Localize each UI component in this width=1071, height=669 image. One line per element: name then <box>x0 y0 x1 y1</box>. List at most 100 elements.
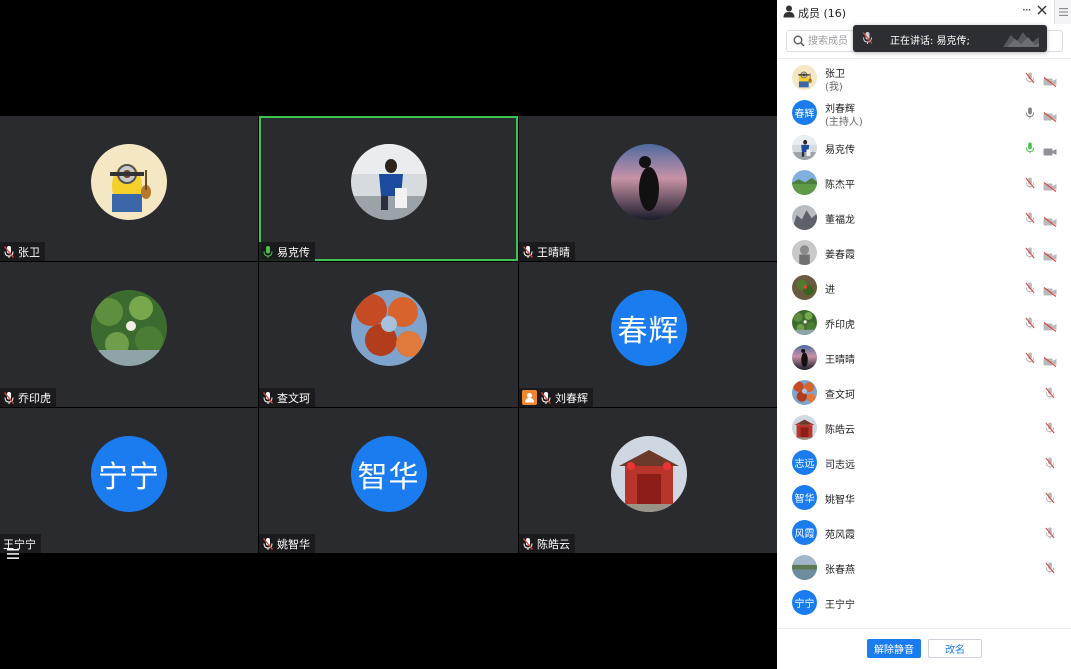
member-row[interactable]: 乔印虎 <box>777 305 1071 340</box>
video-grid: 张卫 易克传 王晴晴 乔印虎 查文珂 春辉刘春辉宁宁 王宁宁 智华 姚智华 陈皓云 <box>0 116 778 554</box>
close-icon[interactable] <box>1035 3 1049 17</box>
name-tag: 张卫 <box>0 242 45 261</box>
mic-muted-icon <box>3 245 15 259</box>
camera-off-icon[interactable] <box>1043 212 1057 227</box>
video-tile[interactable]: 宁宁 王宁宁 <box>0 408 258 553</box>
avatar <box>792 240 817 265</box>
avatar <box>792 310 817 335</box>
mic-muted-icon[interactable] <box>1025 315 1035 329</box>
search-icon <box>793 35 805 47</box>
camera-off-icon[interactable] <box>1043 317 1057 332</box>
video-tile[interactable]: 智华 姚智华 <box>259 408 518 553</box>
member-name: 苑风霞 <box>825 530 855 541</box>
member-name: 查文珂 <box>825 390 855 401</box>
mic-muted-icon[interactable] <box>1045 560 1055 574</box>
camera-off-icon[interactable] <box>1043 282 1057 297</box>
avatar <box>91 290 167 366</box>
avatar <box>792 65 817 90</box>
mic-muted-icon[interactable] <box>1045 490 1055 504</box>
mic-muted-icon <box>540 391 552 405</box>
member-row[interactable]: 姜春霞 <box>777 235 1071 270</box>
mic-muted-icon[interactable] <box>1025 70 1035 84</box>
avatar <box>792 415 817 440</box>
name-tag: 陈皓云 <box>519 534 575 553</box>
video-tile[interactable]: 张卫 <box>0 116 258 261</box>
video-tile[interactable]: 乔印虎 <box>0 262 258 407</box>
mic-icon[interactable] <box>1025 140 1035 154</box>
camera-icon[interactable] <box>1043 142 1057 156</box>
name-tag: 王晴晴 <box>519 242 575 261</box>
avatar <box>792 345 817 370</box>
mic-muted-icon[interactable] <box>1045 420 1055 434</box>
person-icon <box>783 5 795 18</box>
host-icon <box>522 390 537 405</box>
member-name: 张春燕 <box>825 565 855 576</box>
camera-off-icon[interactable] <box>1043 247 1057 262</box>
member-name: 姚智华 <box>825 495 855 506</box>
name-tag: 查文珂 <box>259 388 315 407</box>
panel-menu-button[interactable] <box>1054 0 1071 24</box>
member-row[interactable]: 陈杰平 <box>777 165 1071 200</box>
avatar: 智华 <box>792 485 817 510</box>
avatar <box>792 555 817 580</box>
avatar <box>610 144 687 220</box>
mic-muted-icon[interactable] <box>1025 280 1035 294</box>
member-name: 进 <box>825 285 835 296</box>
mic-icon[interactable] <box>1025 105 1035 119</box>
camera-off-icon[interactable] <box>1043 107 1057 122</box>
divider <box>777 58 1071 59</box>
member-row[interactable]: 智华 姚智华 <box>777 480 1071 515</box>
participant-name: 陈皓云 <box>537 537 570 551</box>
member-name: 易克传 <box>825 145 855 156</box>
mic-muted-icon[interactable] <box>1025 175 1035 189</box>
video-tile[interactable]: 查文珂 <box>259 262 518 407</box>
video-tile[interactable]: 陈皓云 <box>519 408 778 553</box>
video-tile[interactable]: 春辉刘春辉 <box>519 262 778 407</box>
member-row[interactable]: 陈皓云 <box>777 410 1071 445</box>
participant-name: 乔印虎 <box>18 391 51 405</box>
avatar: 春辉 <box>610 290 687 366</box>
member-row[interactable]: 宁宁 王宁宁 <box>777 585 1071 620</box>
member-row[interactable]: 春辉 刘春辉 (主持人) <box>777 95 1071 130</box>
more-options-button[interactable]: ··· <box>1022 3 1032 17</box>
unmute-all-button[interactable]: 解除静音 <box>867 639 921 658</box>
meeting-window: 张卫 易克传 王晴晴 乔印虎 查文珂 春辉 刘春辉 宁宁 王宁宁 智华 姚智华 陈皓云 <box>0 0 1071 669</box>
video-area: 张卫 易克传 王晴晴 乔印虎 查文珂 春辉刘春辉宁宁 王宁宁 智华 姚智华 陈皓云 <box>0 0 778 669</box>
member-list: 张卫 (我) 春辉 刘春辉 (主持人) 易克传 陈杰平 董福龙 姜春霞 进 乔印虎 王晴… <box>777 60 1071 620</box>
video-tile[interactable]: 王晴晴 <box>519 116 778 261</box>
member-row[interactable]: 易克传 <box>777 130 1071 165</box>
member-row[interactable]: 查文珂 <box>777 375 1071 410</box>
member-row[interactable]: 进 <box>777 270 1071 305</box>
mic-muted-icon <box>522 537 534 551</box>
mic-muted-icon[interactable] <box>1025 210 1035 224</box>
member-row[interactable]: 王晴晴 <box>777 340 1071 375</box>
member-row[interactable]: 风霞 苑风霞 <box>777 515 1071 550</box>
avatar: 志远 <box>792 450 817 475</box>
member-row[interactable]: 志远 司志远 <box>777 445 1071 480</box>
camera-off-icon[interactable] <box>1043 177 1057 192</box>
video-tile[interactable]: 易克传 <box>259 116 518 261</box>
mic-muted-icon <box>862 32 873 44</box>
member-row[interactable]: 董福龙 <box>777 200 1071 235</box>
mic-muted-icon[interactable] <box>1025 245 1035 259</box>
mic-muted-icon[interactable] <box>1025 350 1035 364</box>
panel-title: 成员 (16) <box>798 7 847 20</box>
rename-button[interactable]: 改名 <box>928 639 982 658</box>
member-name: 司志远 <box>825 460 855 471</box>
mic-icon <box>262 245 274 259</box>
list-icon[interactable] <box>5 546 21 562</box>
avatar <box>792 275 817 300</box>
member-row[interactable]: 张春燕 <box>777 550 1071 585</box>
member-role: (主持人) <box>825 117 863 128</box>
name-tag: 刘春辉 <box>519 388 593 407</box>
member-name: 姜春霞 <box>825 250 855 261</box>
camera-off-icon[interactable] <box>1043 352 1057 367</box>
speaking-text: 正在讲话: 易克传; <box>890 36 970 47</box>
avatar <box>792 380 817 405</box>
menu-icon <box>1058 8 1068 16</box>
mic-muted-icon[interactable] <box>1045 525 1055 539</box>
camera-off-icon[interactable] <box>1043 72 1057 87</box>
mic-muted-icon[interactable] <box>1045 385 1055 399</box>
mic-muted-icon[interactable] <box>1045 455 1055 469</box>
member-row[interactable]: 张卫 (我) <box>777 60 1071 95</box>
